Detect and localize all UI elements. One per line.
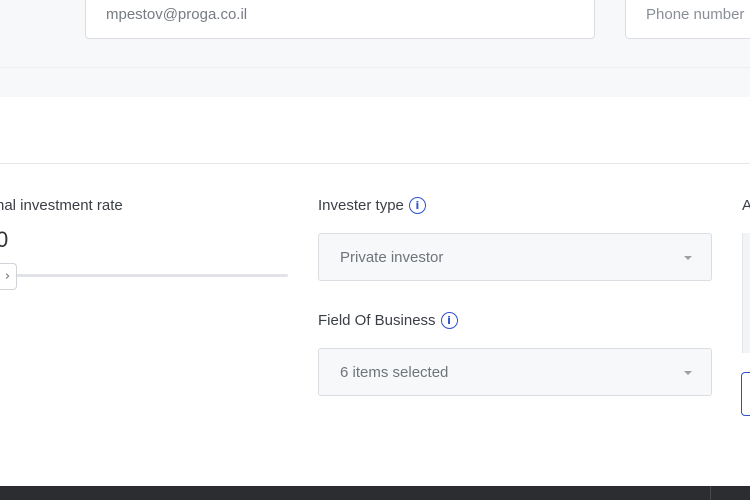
info-icon[interactable]: i [440,312,458,329]
email-field-value: mpestov@proga.co.il [106,6,248,23]
field-of-business-label: Field Of Business i [318,312,458,329]
caret-down-icon [684,371,692,375]
investment-rate-slider-track[interactable] [0,274,288,277]
section-gap [0,68,750,97]
field-of-business-label-text: Field Of Business [318,312,436,329]
info-icon[interactable]: i [408,197,426,214]
right-column-label-text: A [742,197,750,214]
investment-rate-value: 0 [0,227,9,252]
footer-bar [0,486,750,500]
phone-field-placeholder: Phone number [646,6,745,23]
investment-rate-slider-handle[interactable]: › [0,263,17,290]
email-field[interactable]: mpestov@proga.co.il [85,0,595,39]
field-of-business-selected: 6 items selected [340,363,449,381]
investor-type-selected: Private investor [340,248,444,266]
right-column-label: A [742,197,750,214]
right-column-button[interactable] [741,372,750,416]
card-divider [0,163,750,164]
investment-rate-label-text: nal investment rate [0,197,123,214]
investor-type-label-text: Invester type [318,197,404,214]
investor-type-label: Invester type i [318,197,426,214]
caret-down-icon [684,256,692,260]
right-column-textarea[interactable] [742,233,750,353]
chevron-right-icon: › [4,269,11,284]
investment-rate-label: nal investment rate [0,197,123,214]
footer-divider [710,486,711,500]
phone-field[interactable]: Phone number [625,0,750,39]
field-of-business-select[interactable]: 6 items selected [318,348,712,396]
investor-type-select[interactable]: Private investor [318,233,712,281]
investment-card [0,97,750,486]
